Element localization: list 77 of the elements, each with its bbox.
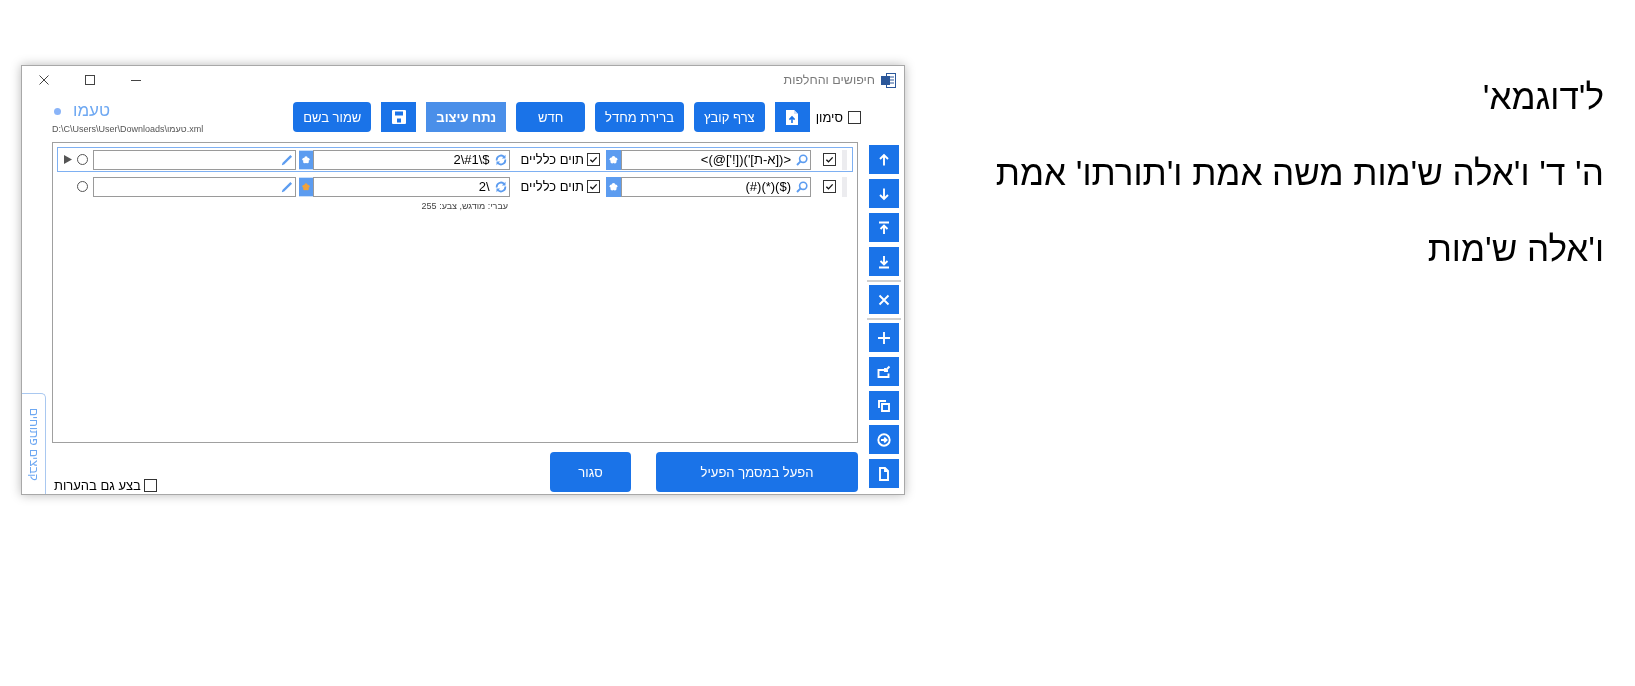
side-tab[interactable]: קבצים פתוחים [22,393,46,494]
row-handle-icon[interactable] [842,149,847,170]
close-icon[interactable] [39,75,49,85]
checkbox-label: תוים כלליים [520,179,584,194]
radio-button[interactable] [77,154,88,165]
mark-checkbox[interactable] [848,110,861,124]
go-button[interactable] [869,425,899,454]
checkmark-icon [589,182,598,191]
arrow-up-icon [877,152,891,167]
note-field[interactable] [93,149,296,170]
enable-checkbox[interactable] [823,153,836,166]
save-icon [391,110,406,124]
box-arrow-in-icon [877,364,891,379]
copy-button[interactable] [869,391,899,420]
note-field[interactable] [93,176,296,197]
comments-checkbox[interactable] [143,479,157,492]
move-down-button[interactable] [869,179,899,208]
replace-field[interactable]: \2 [313,176,510,197]
move-up-button[interactable] [869,145,899,174]
search-icon[interactable] [796,153,808,166]
file-upload-icon [786,109,799,125]
wildcards-checkbox[interactable] [587,180,600,193]
add-button[interactable] [869,323,899,352]
action-button[interactable]: סגור [550,452,631,492]
toolbar-button[interactable]: צרף קובץ [693,102,765,132]
plus-icon [877,330,891,345]
find-field[interactable]: <([א-ת]')([!']@)> [621,149,811,170]
current-row-arrow-icon [64,155,72,164]
file-path: D:\C\Users\User\Downloads\טעמו.xml [52,124,204,135]
arrow-down-to-bar-icon [877,254,891,269]
refresh-icon[interactable] [494,153,507,166]
window-title: חיפושים והחלפות [783,73,875,87]
wildcards-checkbox[interactable] [587,153,600,166]
pencil-icon[interactable] [281,153,293,166]
minimize-icon[interactable] [131,79,141,81]
format-flower-icon[interactable] [606,149,621,170]
search-icon[interactable] [796,180,808,193]
document-text-line: ו'אלה ש'מות [1426,228,1604,270]
checkbox-label: בצע גם בהערות [54,478,141,493]
document-app-icon [881,72,896,88]
format-note: עברי: מודגש, צבע: 255 [421,201,508,212]
document-text-line: ה' ד' ו'אלה ש'מות משה אמת ו'תורתו' אמת [995,152,1604,194]
circle-arrow-right-icon [877,432,891,447]
toolbar-button[interactable]: ברירת מחדל [595,102,684,132]
toolbar-button[interactable]: שמור בשם [293,102,372,132]
pencil-icon[interactable] [281,180,293,193]
document-icon [877,466,891,481]
action-button[interactable]: הפעל במסמך הפעיל [656,452,858,492]
checkmark-icon [825,155,834,164]
maximize-icon[interactable] [85,75,95,85]
save-button[interactable] [381,102,417,132]
replace-field[interactable]: $\#1\2 [313,149,510,170]
delete-button[interactable] [869,285,899,314]
format-flower-icon[interactable] [299,149,313,170]
toolbar-button[interactable]: חדש [516,102,586,132]
close-icon [877,292,891,307]
toolbar-button[interactable]: נתח עיצוב [426,102,507,132]
import-button[interactable] [869,357,899,386]
document-text-line: ל'דוגמא' [1481,76,1604,118]
move-bottom-button[interactable] [869,247,899,276]
arrow-down-icon [877,186,891,201]
file-name: טעמו [73,101,111,121]
find-field[interactable]: ($)(*)(#) [621,176,811,197]
radio-button[interactable] [77,181,88,192]
checkmark-icon [589,155,598,164]
refresh-icon[interactable] [494,180,507,193]
checkmark-icon [825,182,834,191]
format-flower-icon[interactable] [299,176,313,197]
arrow-up-to-bar-icon [877,220,891,235]
enable-checkbox[interactable] [823,180,836,193]
document-button[interactable] [869,459,899,488]
copy-icon [877,398,891,413]
checkbox-label: תוים כלליים [520,152,584,167]
upload-button[interactable] [774,102,810,132]
format-flower-icon[interactable] [606,176,621,197]
move-top-button[interactable] [869,213,899,242]
checkbox-label: סימון [815,109,843,125]
